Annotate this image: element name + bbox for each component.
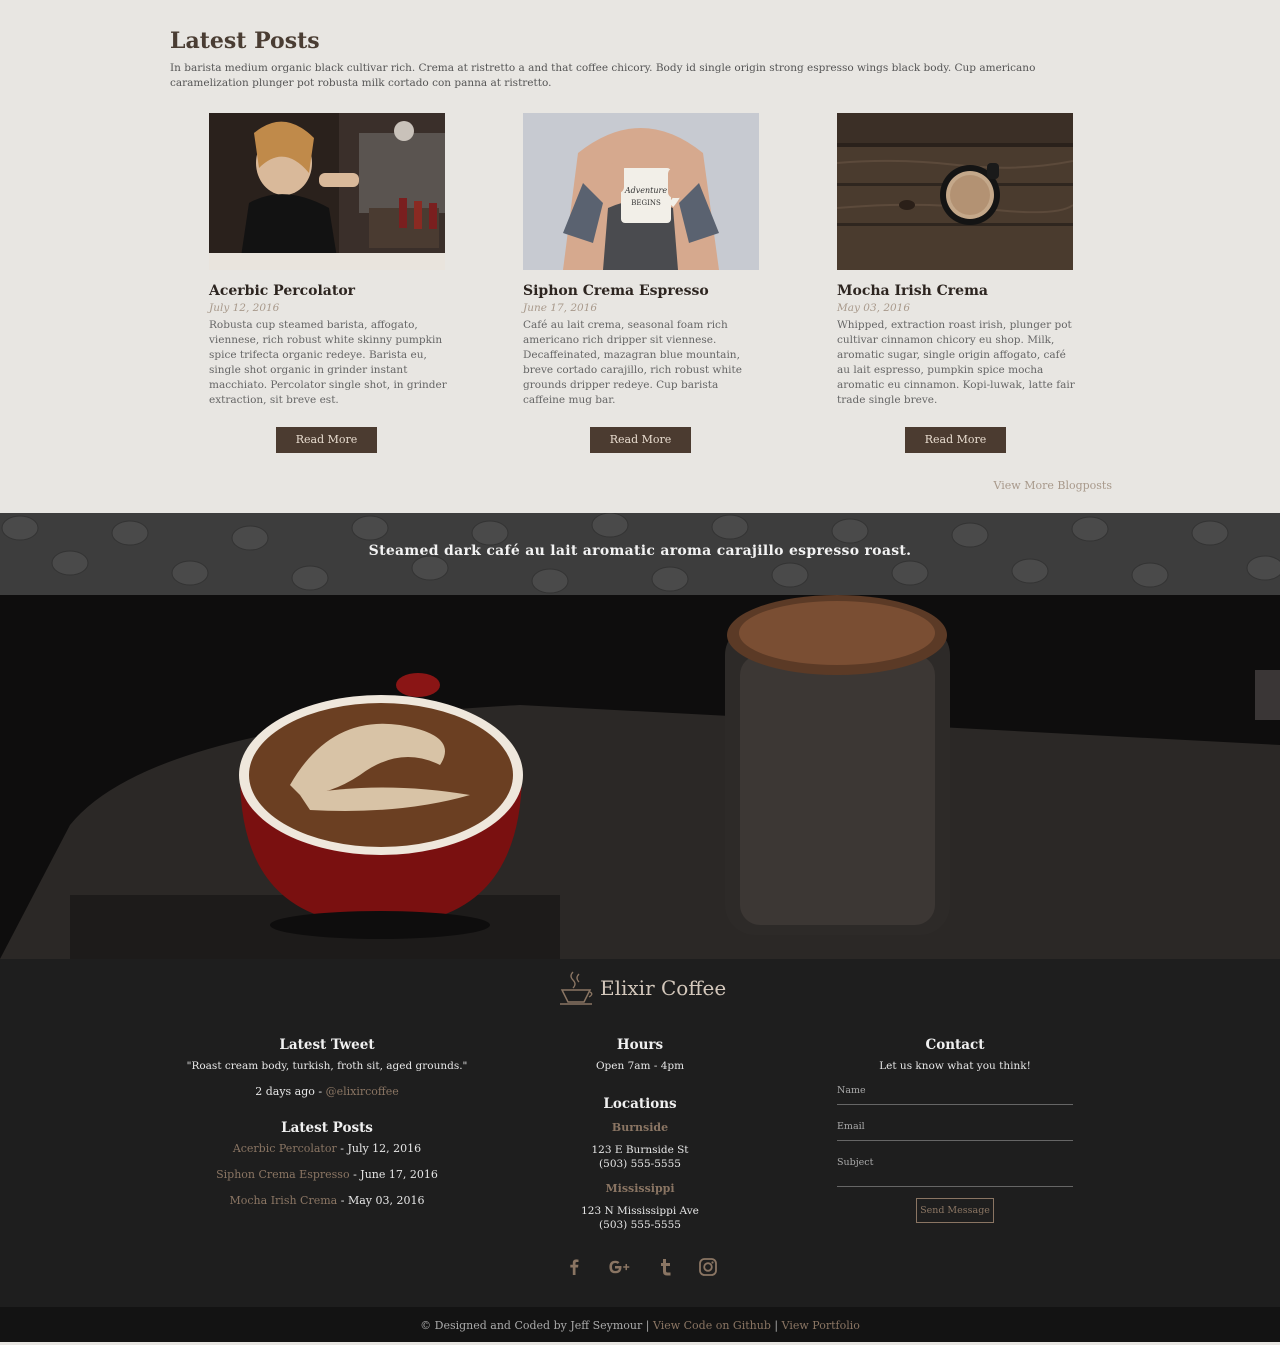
footer-post-date: - July 12, 2016 xyxy=(336,1142,422,1155)
view-more-blogposts-link[interactable]: View More Blogposts xyxy=(994,479,1112,492)
section-intro: In barista medium organic black cultivar… xyxy=(170,62,1036,89)
banner-quote: Steamed dark café au lait aromatic aroma… xyxy=(368,543,912,559)
post-card: Acerbic Percolator July 12, 2016 Robusta… xyxy=(209,113,447,408)
subject-field[interactable]: Subject xyxy=(837,1157,1073,1187)
email-field[interactable]: Email xyxy=(837,1121,1073,1141)
post-title[interactable]: Mocha Irish Crema xyxy=(837,283,1073,299)
latte-hero-image xyxy=(0,595,1280,959)
post-title[interactable]: Acerbic Percolator xyxy=(209,283,445,299)
locations-heading: Locations xyxy=(603,1096,677,1112)
twitter-handle-link[interactable]: @elixircoffee xyxy=(326,1085,399,1098)
tumblr-icon[interactable] xyxy=(655,1256,677,1278)
contact-subtitle: Let us know what you think! xyxy=(879,1060,1031,1072)
post-date: June 17, 2016 xyxy=(523,302,598,314)
svg-text:BEGINS: BEGINS xyxy=(631,199,661,207)
post-date: July 12, 2016 xyxy=(209,302,280,314)
location-name[interactable]: Burnside xyxy=(540,1121,740,1134)
post-image-mug[interactable]: Adventure BEGINS xyxy=(523,113,759,270)
coffee-cup-logo-icon xyxy=(560,971,593,1005)
footer-post-item: Mocha Irish Crema - May 03, 2016 xyxy=(185,1194,469,1208)
footer-contact-column: Contact Let us know what you think! xyxy=(837,1037,1073,1073)
post-excerpt: Robusta cup steamed barista, affogato, v… xyxy=(209,319,447,406)
copyright-separator: | xyxy=(770,1319,782,1332)
post-date: May 03, 2016 xyxy=(837,302,911,314)
post-image-barista[interactable] xyxy=(209,113,445,270)
location-address: 123 E Burnside St xyxy=(591,1144,689,1156)
footer-tweet-column: Latest Tweet "Roast cream body, turkish,… xyxy=(185,1037,469,1208)
footer-hours-column: Hours Open 7am - 4pm Locations Burnside … xyxy=(540,1037,740,1232)
hours-text: Open 7am - 4pm xyxy=(595,1060,685,1072)
read-more-button[interactable]: Read More xyxy=(276,427,377,453)
quote-banner: Steamed dark café au lait aromatic aroma… xyxy=(0,513,1280,595)
post-card: Mocha Irish Crema May 03, 2016 Whipped, … xyxy=(837,113,1075,408)
copyright-text: © Designed and Coded by Jeff Seymour | xyxy=(420,1319,653,1332)
location-address: 123 N Mississippi Ave xyxy=(581,1205,699,1217)
tweet-time: 2 days ago - xyxy=(255,1085,326,1098)
footer-post-link[interactable]: Siphon Crema Espresso xyxy=(216,1168,349,1181)
read-more-button[interactable]: Read More xyxy=(905,427,1006,453)
latest-posts-section: Latest Posts In barista medium organic b… xyxy=(0,0,1280,513)
latest-tweet-heading: Latest Tweet xyxy=(279,1037,375,1053)
contact-heading: Contact xyxy=(925,1037,985,1053)
location-name[interactable]: Mississippi xyxy=(540,1182,740,1195)
post-excerpt: Café au lait crema, seasonal foam rich a… xyxy=(523,319,742,406)
instagram-icon[interactable] xyxy=(697,1256,719,1278)
site-footer: Elixir Coffee Latest Tweet "Roast cream … xyxy=(0,959,1280,1307)
footer-post-date: - May 03, 2016 xyxy=(337,1194,425,1207)
google-plus-icon[interactable] xyxy=(606,1256,634,1278)
post-image-coffee-table[interactable] xyxy=(837,113,1073,270)
copyright-bar: © Designed and Coded by Jeff Seymour | V… xyxy=(0,1307,1280,1342)
github-link[interactable]: View Code on Github xyxy=(653,1319,771,1332)
svg-text:Adventure: Adventure xyxy=(624,186,667,195)
tweet-meta: 2 days ago - @elixircoffee xyxy=(185,1085,469,1099)
brand-name: Elixir Coffee xyxy=(600,976,727,1000)
footer-post-link[interactable]: Mocha Irish Crema xyxy=(230,1194,338,1207)
hours-heading: Hours xyxy=(616,1037,664,1053)
footer-latest-posts-heading: Latest Posts xyxy=(281,1120,373,1136)
tweet-text: "Roast cream body, turkish, froth sit, a… xyxy=(186,1060,468,1072)
send-message-button[interactable]: Send Message xyxy=(916,1198,994,1223)
location-phone: (503) 555-5555 xyxy=(599,1219,681,1231)
footer-post-date: - June 17, 2016 xyxy=(349,1168,438,1181)
footer-post-item: Siphon Crema Espresso - June 17, 2016 xyxy=(185,1168,469,1182)
footer-brand[interactable]: Elixir Coffee xyxy=(560,970,726,1006)
facebook-icon[interactable] xyxy=(563,1256,585,1278)
footer-post-link[interactable]: Acerbic Percolator xyxy=(233,1142,337,1155)
location-phone: (503) 555-5555 xyxy=(599,1158,681,1170)
post-excerpt: Whipped, extraction roast irish, plunger… xyxy=(837,319,1075,406)
read-more-button[interactable]: Read More xyxy=(590,427,691,453)
post-card: Adventure BEGINS Siphon Crema Espresso J… xyxy=(523,113,759,408)
name-field[interactable]: Name xyxy=(837,1085,1073,1105)
section-title: Latest Posts xyxy=(170,28,320,54)
portfolio-link[interactable]: View Portfolio xyxy=(782,1319,860,1332)
footer-post-item: Acerbic Percolator - July 12, 2016 xyxy=(185,1142,469,1156)
post-title[interactable]: Siphon Crema Espresso xyxy=(523,283,759,299)
